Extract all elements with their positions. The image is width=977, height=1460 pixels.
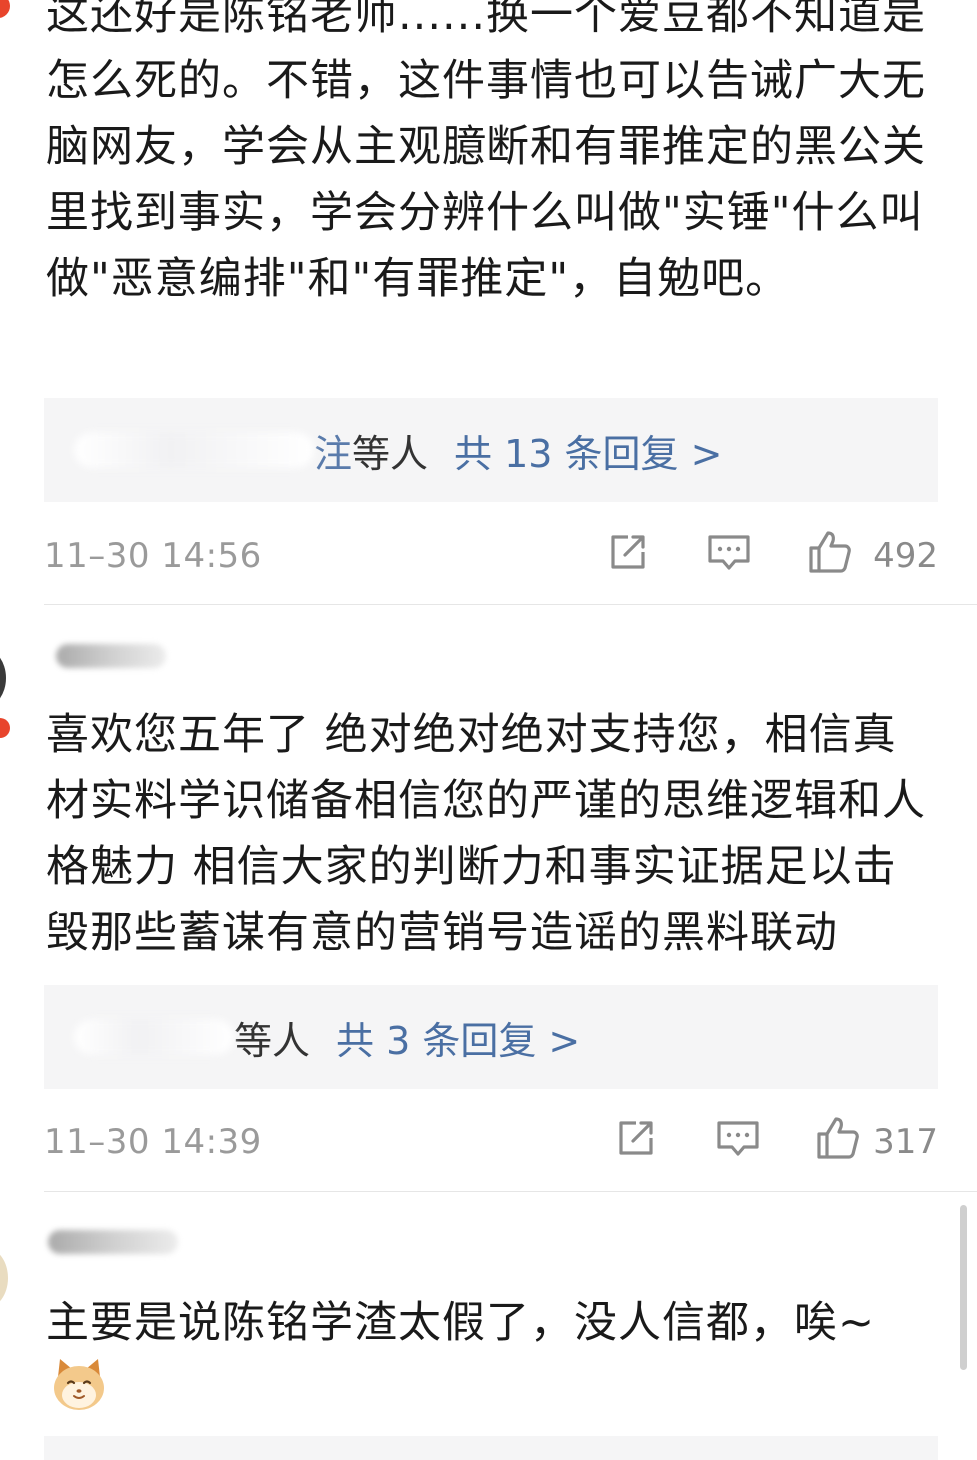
- comment-text: 主要是说陈铭学渣太假了，没人信都，唉~: [46, 1298, 876, 1348]
- reply-preview[interactable]: [44, 1436, 938, 1460]
- reply-count-link[interactable]: 共 13 条回复 >: [454, 423, 722, 478]
- blurred-username: [74, 1019, 234, 1055]
- avatar[interactable]: [0, 1248, 8, 1308]
- blurred-username: [56, 644, 166, 668]
- thumbs-up-icon[interactable]: [806, 528, 854, 576]
- cat-emoji-icon: [54, 1359, 104, 1410]
- thumbs-up-icon[interactable]: [814, 1114, 862, 1162]
- reply-preview[interactable]: 注 等人 共 13 条回复 >: [44, 398, 938, 502]
- reply-preview[interactable]: 等人 共 3 条回复 >: [44, 985, 938, 1089]
- reply-user-partial: 注: [314, 431, 353, 476]
- blurred-username: [48, 1230, 178, 1254]
- comment-icon[interactable]: [714, 1114, 762, 1162]
- divider: [44, 1191, 977, 1192]
- like-count: 492: [873, 536, 938, 576]
- reply-count-link[interactable]: 共 3 条回复 >: [336, 1010, 580, 1065]
- share-icon[interactable]: [604, 528, 652, 576]
- divider: [44, 604, 977, 605]
- avatar-badge: [0, 718, 10, 738]
- avatar-badge: [0, 0, 10, 18]
- like-count: 317: [873, 1122, 938, 1162]
- comment-icon[interactable]: [705, 528, 753, 576]
- scrollbar[interactable]: [960, 1205, 967, 1370]
- timestamp: 11–30 14:56: [44, 536, 262, 576]
- reply-users-label: 等人: [234, 1018, 311, 1063]
- avatar[interactable]: [0, 648, 6, 708]
- blurred-username: [74, 432, 314, 468]
- comment-text: 喜欢您五年了 绝对绝对绝对支持您，相信真材实料学识储备相信您的严谨的思维逻辑和人…: [46, 710, 926, 958]
- comment-text: 这还好是陈铭老师......换一个爱豆都不知道是怎么死的。不错，这件事情也可以告…: [46, 0, 927, 304]
- share-icon[interactable]: [612, 1114, 660, 1162]
- comment-meta: 11–30 14:56 492: [44, 528, 938, 588]
- comment-meta: 11–30 14:39 317: [44, 1114, 938, 1174]
- reply-users-label: 等人: [352, 431, 429, 476]
- timestamp: 11–30 14:39: [44, 1122, 262, 1162]
